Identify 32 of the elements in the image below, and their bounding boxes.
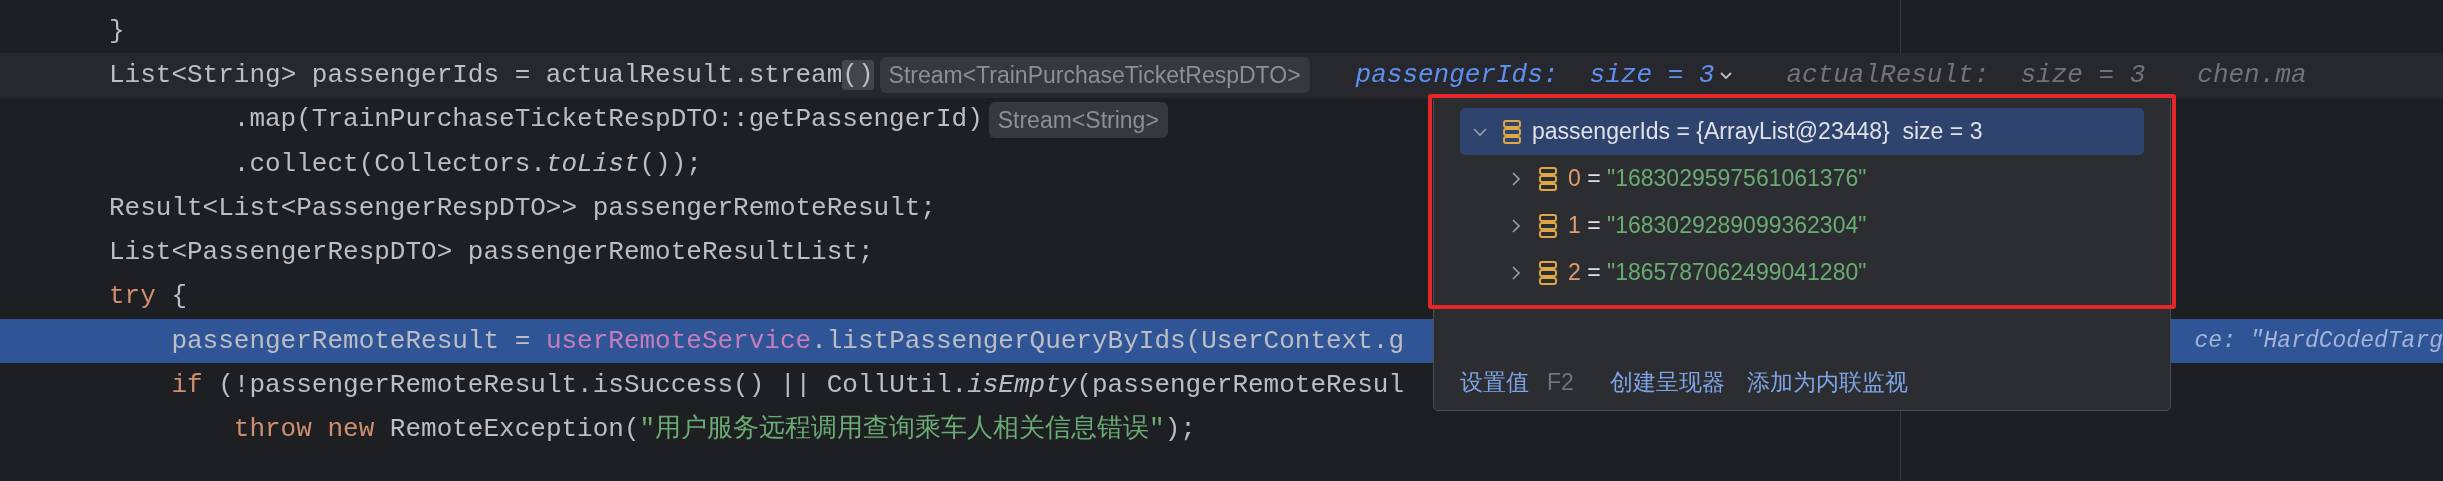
tree-row[interactable]: 1 = "1683029289099362304" xyxy=(1460,202,2144,249)
stacked-bars-icon xyxy=(1538,259,1558,286)
stacked-bars-icon xyxy=(1538,212,1558,239)
code-line: if (!passengerRemoteResult.isSuccess() || CollUtil.isEmpty(passengerRemoteResul xyxy=(171,369,1405,402)
stacked-bars-icon xyxy=(1502,118,1522,145)
tree-row[interactable]: passengerIds = {ArrayList@23448} size = 3 xyxy=(1460,108,2144,155)
code-line: Result<List<PassengerRespDTO>> passengerRemoteResult; xyxy=(109,191,936,225)
inline-value[interactable]: passengerIds: size = 3 xyxy=(1355,55,1715,95)
variable-label: passengerIds = {ArrayList@23448} size = 3 xyxy=(1532,117,1983,147)
shortcut-label: F2 xyxy=(1547,367,1574,397)
code-line: throw new RemoteException("用户服务远程调用查询乘车人相关信息错误"); xyxy=(233,413,1196,447)
code-line: } xyxy=(109,14,125,48)
code-line: try { xyxy=(109,280,188,314)
variable-label: 1 = "1683029289099362304" xyxy=(1568,211,1867,241)
action-link[interactable]: 创建呈现器 xyxy=(1609,364,1725,400)
type-hint: Stream<TrainPurchaseTicketRespDTO> xyxy=(879,57,1310,94)
inline-value[interactable]: actualResult: size = 3 xyxy=(1786,55,2146,95)
tree-row[interactable]: 2 = "1865787062499041280" xyxy=(1460,249,2144,296)
tree-row[interactable]: 0 = "1683029597561061376" xyxy=(1460,155,2144,202)
variable-label: 0 = "1683029597561061376" xyxy=(1568,164,1867,194)
code-line: List<PassengerRespDTO> passengerRemoteResultList; xyxy=(109,236,874,270)
code-line: .map(TrainPurchaseTicketRespDTO::getPassengerId) xyxy=(233,103,983,137)
inline-value: ce: "HardCodedTarg xyxy=(2194,326,2443,356)
action-link[interactable]: 添加为内联监视 xyxy=(1746,364,1908,400)
inline-value[interactable]: chen.ma xyxy=(2197,55,2307,95)
code-line: List<String> passengerIds = actualResult.stream() xyxy=(109,58,874,92)
variable-label: 2 = "1865787062499041280" xyxy=(1568,258,1867,288)
stacked-bars-icon xyxy=(1538,165,1558,192)
action-link[interactable]: 设置值 xyxy=(1460,364,1529,400)
code-line: .collect(Collectors.toList()); xyxy=(233,147,702,181)
code-line: passengerRemoteResult = userRemoteService.listPassengerQueryByIds(UserContext.g xyxy=(171,324,1405,358)
type-hint: Stream<String> xyxy=(988,101,1168,138)
